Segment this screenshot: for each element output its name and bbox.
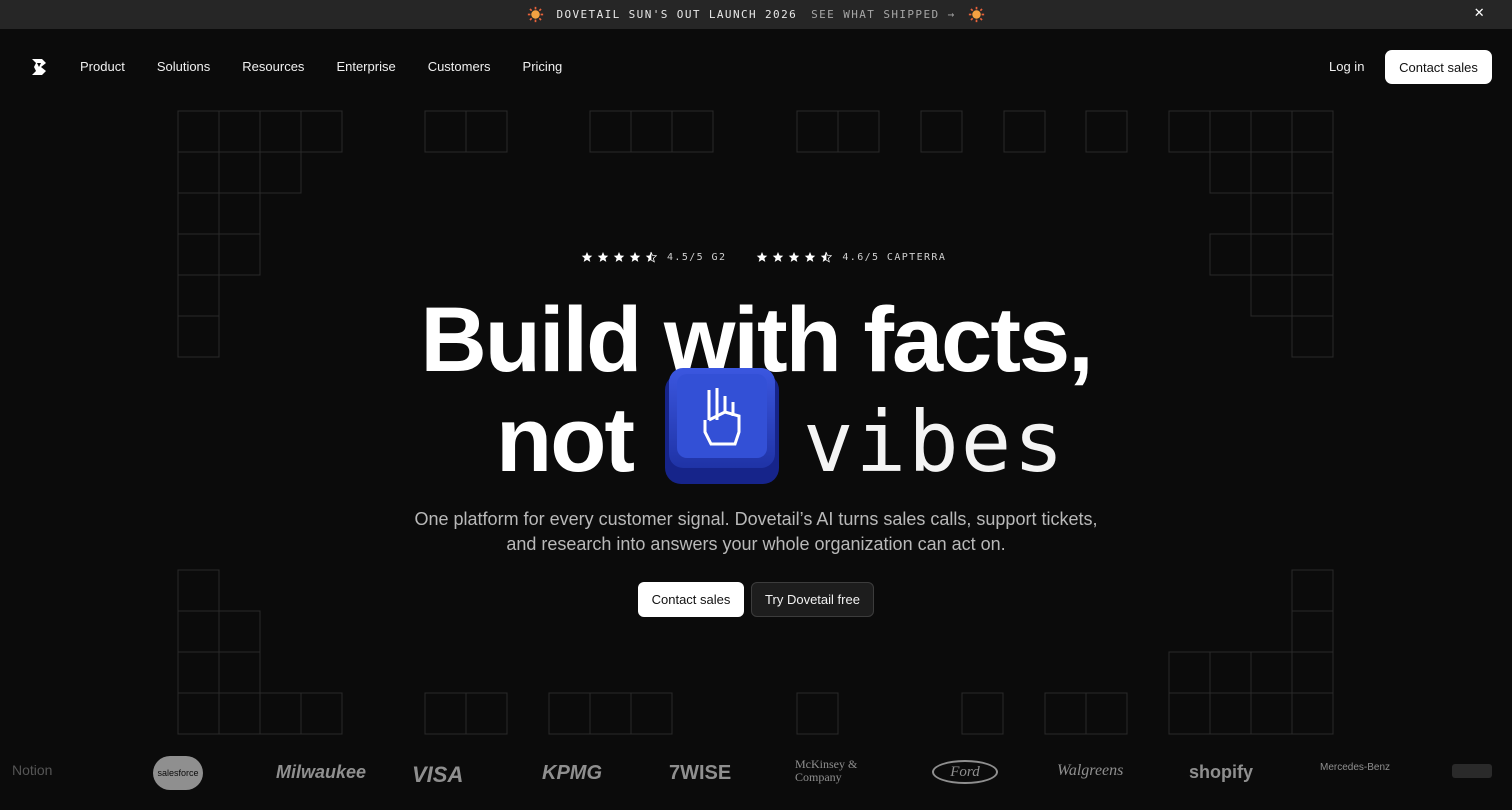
star-icon xyxy=(581,252,593,262)
close-icon[interactable]: ✕ xyxy=(1474,6,1486,21)
star-icon xyxy=(629,252,641,262)
nav-item-solutions[interactable]: Solutions xyxy=(157,59,210,74)
logo-mercedes-benz: Mercedes-Benz xyxy=(1320,762,1391,773)
star-icon xyxy=(757,252,768,262)
star-rating xyxy=(756,251,833,263)
logo-visa: VISA xyxy=(412,762,464,787)
hero-word-not: not xyxy=(496,389,635,491)
nav-links: Product Solutions Resources Enterprise C… xyxy=(80,59,594,74)
logo-mckinsey: McKinsey & Company xyxy=(795,757,858,784)
star-icon xyxy=(773,252,784,262)
star-icon xyxy=(805,252,816,262)
nav-item-product[interactable]: Product xyxy=(80,59,125,74)
hero-subtext: One platform for every customer signal. … xyxy=(414,509,1098,554)
contact-sales-nav-button[interactable]: Contact sales xyxy=(1385,50,1492,84)
nav-item-resources[interactable]: Resources xyxy=(242,59,304,74)
hero-word-vibes: vibes xyxy=(803,393,1066,491)
logo-walgreens: Walgreens xyxy=(1057,762,1124,779)
star-rating xyxy=(581,251,657,263)
nav-item-pricing[interactable]: Pricing xyxy=(523,59,563,74)
sun-icon xyxy=(528,6,544,23)
star-icon xyxy=(613,252,625,262)
peace-hand-key-icon xyxy=(665,368,779,484)
half-star-icon xyxy=(821,251,833,263)
rating-g2: 4.5/5 G2 xyxy=(581,251,726,263)
rating-capterra: 4.6/5 CAPTERRA xyxy=(756,251,946,263)
contact-sales-button[interactable]: Contact sales xyxy=(638,582,744,617)
logo-shopify: shopify xyxy=(1189,762,1254,782)
announcement-text: DOVETAIL SUN'S OUT LAUNCH 2026 xyxy=(556,8,798,21)
customer-logos: Notion salesforce Milwaukee VISA KPMG 7W… xyxy=(0,750,1512,796)
logo-partial xyxy=(1452,764,1492,778)
logo-notion: Notion xyxy=(12,762,53,778)
hero-headline-line2: not vibes xyxy=(0,368,1512,494)
logo-ford: Ford xyxy=(932,760,998,784)
sun-icon xyxy=(968,6,984,23)
nav-item-enterprise[interactable]: Enterprise xyxy=(336,59,395,74)
logo-salesforce: salesforce xyxy=(153,756,203,790)
logo-kpmg: KPMG xyxy=(542,762,602,784)
rating-text-capterra: 4.6/5 CAPTERRA xyxy=(842,251,947,263)
dovetail-logo-icon[interactable] xyxy=(30,57,50,77)
logo-milwaukee: Milwaukee xyxy=(276,762,367,782)
nav-item-customers[interactable]: Customers xyxy=(428,59,491,74)
top-navigation: Product Solutions Resources Enterprise C… xyxy=(0,29,1512,105)
see-what-shipped-link[interactable]: SEE WHAT SHIPPED → xyxy=(811,8,955,21)
logo-wise: 7WISE xyxy=(669,762,732,784)
ratings: 4.5/5 G2 4.6/5 CAPTERRA xyxy=(581,251,946,263)
rating-text-g2: 4.5/5 G2 xyxy=(667,251,727,263)
login-link[interactable]: Log in xyxy=(1329,59,1364,74)
half-star-icon xyxy=(645,251,657,263)
star-icon xyxy=(789,252,800,262)
try-free-button[interactable]: Try Dovetail free xyxy=(751,582,874,617)
star-icon xyxy=(597,252,609,262)
announcement-bar: DOVETAIL SUN'S OUT LAUNCH 2026 SEE WHAT … xyxy=(0,0,1512,29)
